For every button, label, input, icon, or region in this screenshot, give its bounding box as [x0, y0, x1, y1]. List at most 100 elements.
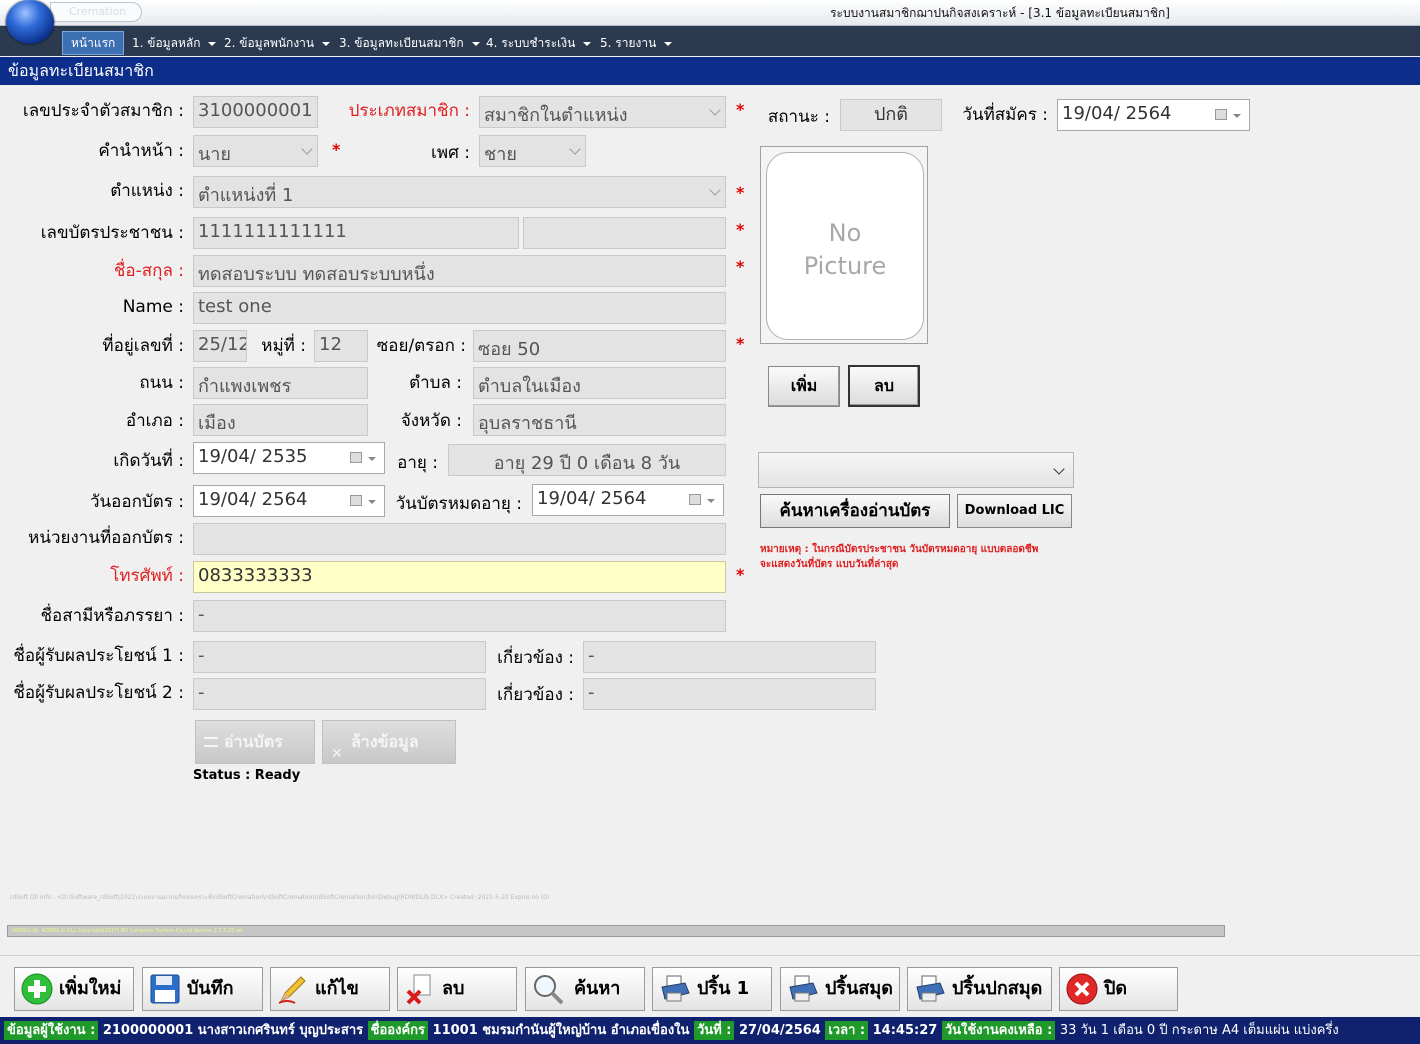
menu-employee-data[interactable]: 2. ข้อมูลพนักงาน: [224, 34, 331, 53]
remaining-days-label: วันใช้งานคงเหลือ :: [941, 1021, 1056, 1040]
clear-icon: ✕: [331, 746, 343, 762]
phone-label: โทรศัพท์ :: [110, 566, 184, 586]
citizen-id-label: เลขบัตรประชาชน :: [40, 223, 184, 243]
member-type-select[interactable]: สมาชิกในตำแหน่ง: [479, 96, 726, 128]
beneficiary1-label: ชื่อผู้รับผลประโยชน์ 1 :: [13, 646, 184, 666]
position-select[interactable]: ตำแหน่งที่ 1: [193, 176, 726, 208]
citizen-id-field[interactable]: 1111111111111: [193, 217, 519, 249]
issuer-field[interactable]: [193, 523, 726, 555]
birth-date-label: เกิดวันที่ :: [113, 451, 184, 471]
close-icon: [1066, 973, 1098, 1005]
plus-icon: [21, 973, 53, 1005]
chevron-down-icon: [322, 41, 331, 46]
search-icon: [534, 975, 564, 1005]
dll-info-text: rdSoft Dll info : <D:\Software_rdSoft\20…: [10, 894, 550, 901]
chevron-down-icon: [208, 41, 217, 46]
name-en-field[interactable]: test one: [193, 292, 726, 324]
remaining-days-value: 33 วัน 1 เดือน 0 ปี กระดาษ A4 เต็มแผ่น แ…: [1059, 1023, 1339, 1038]
soi-field[interactable]: ซอย 50: [473, 330, 726, 362]
app-name-pill[interactable]: Cremation: [50, 2, 142, 22]
menu-master-data[interactable]: 1. ข้อมูลหลัก: [132, 34, 217, 53]
road-label: ถนน :: [139, 373, 184, 393]
beneficiary1-field[interactable]: -: [193, 641, 486, 673]
chevron-down-icon: [707, 499, 715, 503]
window-title: ระบบงานสมาชิกฌาปนกิจสงเคราะห์ - [3.1 ข้อ…: [830, 6, 1170, 20]
age-field: อายุ 29 ปี 0 เดือน 8 วัน: [448, 444, 726, 476]
house-no-field[interactable]: 25/12: [193, 330, 247, 362]
chevron-down-icon: [709, 104, 721, 116]
apply-date-picker[interactable]: 19/04/ 2564: [1057, 99, 1250, 131]
calendar-icon: [1215, 109, 1227, 120]
chevron-down-icon: [368, 500, 376, 504]
gender-select[interactable]: ชาย: [479, 135, 586, 167]
issuer-label: หน่วยงานที่ออกบัตร :: [28, 528, 184, 548]
member-photo[interactable]: No Picture: [766, 152, 924, 340]
print-cover-button[interactable]: ปริ้นปกสมุด: [907, 967, 1052, 1011]
spouse-label: ชื่อสามีหรือภรรยา :: [40, 606, 184, 626]
menu-member-registry[interactable]: 3. ข้อมูลทะเบียนสมาชิก: [339, 34, 480, 53]
close-button[interactable]: ปิด: [1059, 967, 1178, 1011]
required-mark: *: [736, 100, 745, 119]
chevron-down-icon: [1233, 114, 1241, 118]
expire-date-picker[interactable]: 19/04/ 2564: [532, 484, 724, 516]
moo-field[interactable]: 12: [314, 330, 368, 362]
amphoe-field[interactable]: เมือง: [193, 404, 368, 436]
menu-home-tab[interactable]: หน้าแรก: [62, 31, 125, 55]
new-button[interactable]: เพิ่มใหม่: [14, 967, 134, 1011]
delete-button[interactable]: ลบ: [397, 967, 517, 1011]
progress-bar: rdNIDLL.lib: RDNIDLib.DLL Copyright(2017…: [7, 925, 1225, 937]
print1-button[interactable]: ปริ้น 1: [652, 967, 772, 1011]
card-reader-select[interactable]: [758, 452, 1074, 488]
required-mark: *: [736, 257, 745, 276]
road-field[interactable]: กำแพงเพชร: [193, 367, 368, 399]
birth-date-picker[interactable]: 19/04/ 2535: [193, 442, 385, 474]
add-photo-button[interactable]: เพิ่ม: [768, 366, 840, 407]
spouse-field[interactable]: -: [193, 600, 726, 632]
user-label: ข้อมูลผู้ใช้งาน :: [4, 1021, 99, 1040]
amphoe-label: อำเภอ :: [125, 411, 184, 431]
delete-x-icon: [406, 974, 431, 1005]
beneficiary2-relation-label: เกี่ยวข้อง :: [497, 685, 574, 705]
full-name-field[interactable]: ทดสอบระบบ ทดสอบระบบหนึ่ง: [193, 255, 726, 287]
calendar-icon: [689, 494, 701, 505]
citizen-id-extra-field[interactable]: [523, 217, 726, 249]
tambon-field[interactable]: ตำบลในเมือง: [473, 367, 726, 399]
position-label: ตำแหน่ง :: [110, 181, 184, 201]
read-card-button[interactable]: อ่านบัตร: [195, 720, 315, 764]
beneficiary2-field[interactable]: -: [193, 678, 486, 710]
edit-button[interactable]: แก้ไข: [270, 967, 390, 1011]
user-value: 2100000001 นางสาวเกศรินทร์ บุญประสาร: [102, 1023, 364, 1038]
download-lic-button[interactable]: Download LIC: [957, 494, 1072, 528]
chevron-down-icon: [583, 41, 592, 46]
search-button[interactable]: ค้นหา: [525, 967, 645, 1011]
beneficiary2-relation-field[interactable]: -: [583, 678, 876, 710]
member-id-field[interactable]: 3100000001: [193, 96, 318, 128]
find-card-reader-button[interactable]: ค้นหาเครื่องอ่านบัตร: [760, 494, 950, 528]
org-label: ชื่อองค์กร: [367, 1021, 429, 1040]
menu-reports[interactable]: 5. รายงาน: [600, 34, 673, 53]
menu-payment-system[interactable]: 4. ระบบชำระเงิน: [486, 34, 592, 53]
phone-field[interactable]: 0833333333: [193, 561, 726, 593]
required-mark: *: [736, 183, 745, 202]
status-text: Status : Ready: [193, 768, 301, 783]
prefix-label: คำนำหน้า :: [98, 141, 184, 161]
floppy-disk-icon: [150, 974, 180, 1004]
issue-date-picker[interactable]: 19/04/ 2564: [193, 485, 385, 517]
pencil-icon: [278, 976, 306, 1004]
clear-data-button[interactable]: ✕ ล้างข้อมูล: [322, 720, 456, 764]
save-button[interactable]: บันทึก: [142, 967, 263, 1011]
province-field[interactable]: อุบลราชธานี: [473, 404, 726, 436]
required-mark: *: [736, 334, 745, 353]
section-title: ข้อมูลทะเบียนสมาชิก: [0, 57, 1420, 85]
printer-icon: [661, 975, 690, 1002]
beneficiary1-relation-field[interactable]: -: [583, 641, 876, 673]
card-icon: [204, 737, 218, 747]
app-menu-orb[interactable]: [6, 0, 54, 44]
delete-photo-button[interactable]: ลบ: [848, 365, 920, 407]
print-book-button[interactable]: ปริ้นสมุด: [780, 967, 900, 1011]
status-label: สถานะ :: [767, 107, 830, 127]
chevron-down-icon: [301, 143, 313, 155]
prefix-select[interactable]: นาย: [193, 135, 318, 167]
issue-date-label: วันออกบัตร :: [90, 492, 184, 512]
printer-icon: [789, 975, 818, 1002]
